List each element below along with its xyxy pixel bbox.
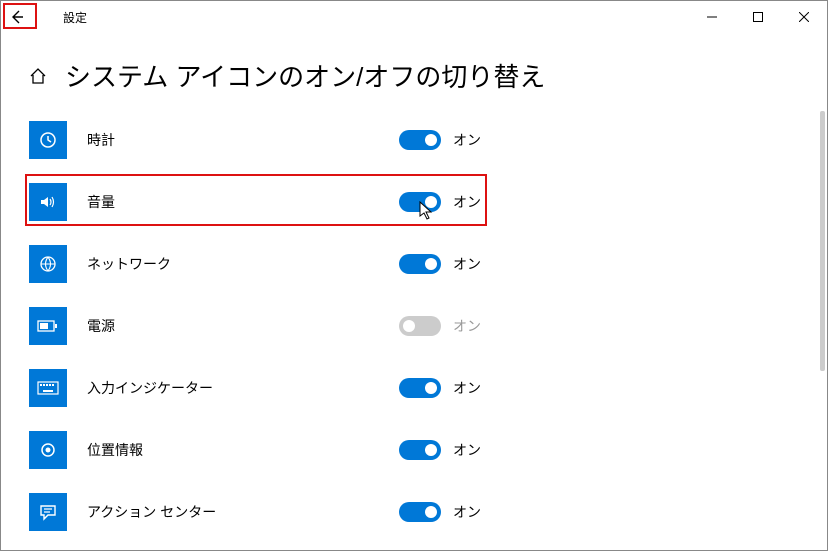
toggle-state: オン [453, 192, 481, 212]
arrow-left-icon [9, 9, 25, 25]
window-controls [689, 1, 827, 33]
back-button[interactable] [1, 1, 33, 33]
toggle-volume[interactable] [399, 192, 441, 212]
close-icon [799, 12, 809, 22]
page-title: システム アイコンのオン/オフの切り替え [65, 57, 545, 94]
page-header: システム アイコンのオン/オフの切り替え [1, 33, 827, 114]
row-label: 入力インジケーター [87, 378, 213, 398]
row-power: 電源 オン [29, 300, 799, 352]
toggle-action-center[interactable] [399, 502, 441, 522]
keyboard-icon [29, 369, 67, 407]
toggle-power[interactable] [399, 316, 441, 336]
row-label: ネットワーク [87, 254, 171, 274]
location-icon [29, 431, 67, 469]
row-label: 音量 [87, 192, 115, 212]
home-icon [29, 67, 47, 85]
minimize-icon [707, 12, 717, 22]
close-button[interactable] [781, 1, 827, 33]
row-label: 時計 [87, 130, 115, 150]
titlebar: 設定 [1, 1, 827, 33]
toggle-state: オン [453, 254, 481, 274]
row-label: 電源 [87, 316, 115, 336]
row-location: 位置情報 オン [29, 424, 799, 476]
volume-icon [29, 183, 67, 221]
scrollbar[interactable] [820, 111, 825, 371]
row-network: ネットワーク オン [29, 238, 799, 290]
clock-icon [29, 121, 67, 159]
toggle-location[interactable] [399, 440, 441, 460]
maximize-button[interactable] [735, 1, 781, 33]
row-ime: 入力インジケーター オン [29, 362, 799, 414]
toggle-ime[interactable] [399, 378, 441, 398]
row-label: 位置情報 [87, 440, 143, 460]
toggle-state: オン [453, 316, 481, 336]
toggle-state: オン [453, 378, 481, 398]
row-label: アクション センター [87, 502, 216, 522]
window-title: 設定 [63, 9, 87, 26]
row-clock: 時計 オン [29, 114, 799, 166]
power-icon [29, 307, 67, 345]
toggle-state: オン [453, 502, 481, 522]
row-action-center: アクション センター オン [29, 486, 799, 538]
home-button[interactable] [29, 67, 47, 85]
settings-list: 時計 オン 音量 オン ネットワーク オン 電源 [1, 114, 827, 538]
toggle-state: オン [453, 440, 481, 460]
row-volume: 音量 オン [29, 176, 799, 228]
toggle-network[interactable] [399, 254, 441, 274]
maximize-icon [753, 12, 763, 22]
minimize-button[interactable] [689, 1, 735, 33]
action-center-icon [29, 493, 67, 531]
toggle-state: オン [453, 130, 481, 150]
network-icon [29, 245, 67, 283]
toggle-clock[interactable] [399, 130, 441, 150]
